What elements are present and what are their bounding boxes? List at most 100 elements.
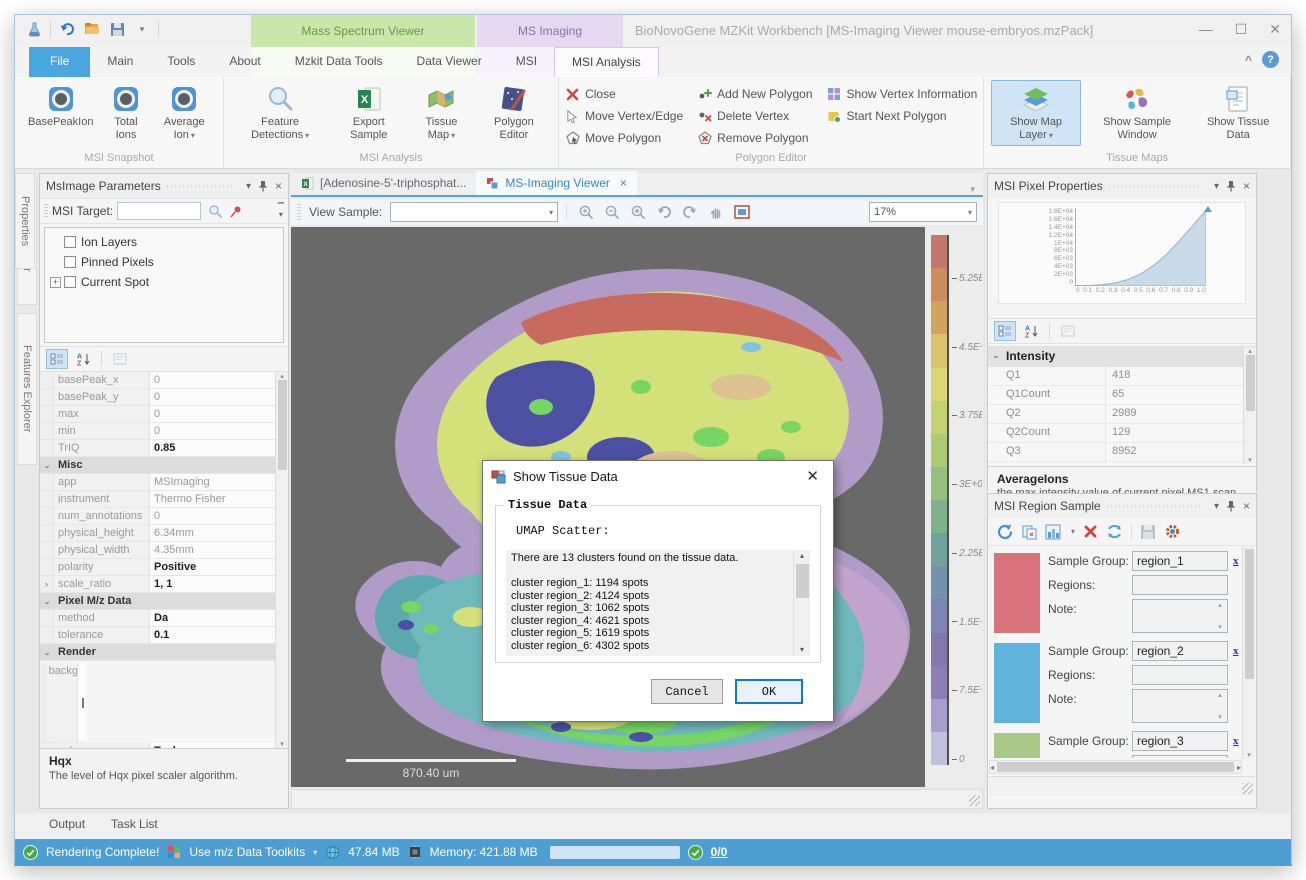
panel-menu-icon[interactable]: ▾ bbox=[1214, 501, 1219, 512]
property-row[interactable]: basePeak_x 0 bbox=[40, 372, 275, 389]
pin-icon[interactable] bbox=[1226, 500, 1236, 512]
cluster-report-textbox[interactable]: There are 13 clusters found on the tissu… bbox=[506, 550, 810, 656]
tree-checkbox[interactable] bbox=[64, 276, 76, 288]
property-value[interactable]: Typhoon bbox=[150, 743, 275, 748]
regions-input[interactable] bbox=[1132, 755, 1228, 758]
property-value[interactable]: MSImaging bbox=[150, 474, 275, 490]
sort-az-icon[interactable]: AZ bbox=[1020, 321, 1042, 341]
scroll-thumb[interactable] bbox=[1246, 355, 1255, 411]
pin-target-icon[interactable] bbox=[229, 205, 242, 218]
note-input[interactable]: ▴▾ bbox=[1132, 599, 1228, 633]
scroll-up-icon[interactable]: ▴ bbox=[280, 372, 284, 380]
region-scrollbar[interactable]: ▾ bbox=[1242, 547, 1255, 759]
tree-checkbox[interactable] bbox=[64, 236, 76, 248]
property-value[interactable]: 1, 1 bbox=[150, 576, 275, 592]
bottom-tab[interactable]: Task List bbox=[111, 817, 158, 839]
zoom-reset-icon[interactable] bbox=[627, 202, 649, 222]
delete-vertex-button[interactable]: Delete Vertex bbox=[697, 105, 812, 127]
scroll-up-icon[interactable]: ▴ bbox=[800, 550, 804, 563]
property-row[interactable]: method Da bbox=[40, 610, 275, 627]
tree-item[interactable]: Ion Layers bbox=[47, 232, 281, 252]
property-value[interactable]: 0 bbox=[150, 372, 275, 388]
intensity-row[interactable]: Q3 8952 bbox=[988, 443, 1243, 462]
save-region-icon[interactable] bbox=[1140, 524, 1156, 540]
scroll-down-icon[interactable]: ▾ bbox=[1247, 751, 1251, 759]
sample-group-input[interactable]: region_2 bbox=[1132, 641, 1228, 661]
property-value[interactable]: 0 bbox=[150, 423, 275, 439]
spinner-icons[interactable]: ▴▾ bbox=[1214, 601, 1226, 631]
tissue-map-button[interactable]: Tissue Map▾ bbox=[408, 80, 474, 146]
intensity-row[interactable]: Q3Count 193 bbox=[988, 462, 1243, 464]
property-row[interactable]: polarity Positive bbox=[40, 559, 275, 576]
search-icon[interactable] bbox=[208, 204, 222, 218]
task-counter-link[interactable]: 0/0 bbox=[711, 845, 728, 859]
document-tab-adenosine[interactable]: X [Adenosine-5'-triphosphat... bbox=[291, 171, 476, 195]
ribbon-tab[interactable]: Main bbox=[90, 47, 150, 77]
open-icon[interactable] bbox=[83, 20, 101, 38]
note-input[interactable]: ▴▾ bbox=[1132, 689, 1228, 723]
view-sample-combo[interactable]: ▾ bbox=[390, 202, 558, 222]
region-color-swatch[interactable] bbox=[994, 643, 1040, 723]
property-row[interactable]: physical_width 4.35mm bbox=[40, 542, 275, 559]
regions-input[interactable] bbox=[1132, 575, 1228, 595]
bottom-tab[interactable]: Output bbox=[49, 817, 85, 839]
dialog-close-icon[interactable]: ✕ bbox=[800, 467, 825, 485]
property-value[interactable]: Thermo Fisher bbox=[150, 491, 275, 507]
vertex-info-button[interactable]: Show Vertex Information bbox=[827, 83, 978, 105]
qat-customize-icon[interactable]: ▾ bbox=[133, 20, 151, 38]
property-row[interactable]: max 0 bbox=[40, 406, 275, 423]
intensity-row[interactable]: Q1Count 65 bbox=[988, 386, 1243, 405]
save-icon[interactable] bbox=[108, 20, 126, 38]
tab-list-dropdown-icon[interactable]: ▾ bbox=[962, 184, 983, 195]
ribbon-tab[interactable]: MSI bbox=[499, 47, 554, 77]
property-row[interactable]: app MSImaging bbox=[40, 474, 275, 491]
rotate-left-icon[interactable] bbox=[653, 202, 675, 222]
property-value[interactable]: 6.34mm bbox=[150, 525, 275, 541]
property-value[interactable]: Da bbox=[150, 610, 275, 626]
average-ion-button[interactable]: Average Ion▾ bbox=[153, 80, 216, 146]
property-row[interactable]: tolerance 0.1 bbox=[40, 627, 275, 644]
snapshot-region-icon[interactable] bbox=[731, 202, 753, 222]
start-next-polygon-button[interactable]: Start Next Polygon bbox=[827, 105, 978, 127]
feature-detections-button[interactable]: Feature Detections▾ bbox=[231, 80, 329, 146]
intensity-row[interactable]: Q2Count 129 bbox=[988, 424, 1243, 443]
property-row[interactable]: instrument Thermo Fisher bbox=[40, 491, 275, 508]
regions-input[interactable] bbox=[1132, 665, 1228, 685]
ok-button[interactable]: OK bbox=[735, 679, 803, 704]
property-row[interactable]: Render bbox=[40, 644, 275, 661]
sync-icon[interactable] bbox=[1106, 523, 1123, 540]
move-polygon-button[interactable]: Move Polygon bbox=[565, 127, 683, 149]
scroll-thumb[interactable] bbox=[1245, 549, 1254, 679]
sidebar-tab-properties[interactable]: Properties bbox=[15, 173, 35, 269]
property-row[interactable]: background Black bbox=[40, 663, 86, 743]
cancel-button[interactable]: Cancel bbox=[651, 679, 723, 704]
rotate-right-icon[interactable] bbox=[679, 202, 701, 222]
remove-link[interactable]: x bbox=[1233, 731, 1239, 747]
property-row[interactable]: physical_height 6.34mm bbox=[40, 525, 275, 542]
ribbon-collapse-icon[interactable]: ^ bbox=[1245, 53, 1252, 67]
tree-item[interactable]: Current Spot bbox=[47, 272, 281, 292]
panel-close-icon[interactable]: × bbox=[1243, 179, 1250, 193]
sample-group-input[interactable]: region_1 bbox=[1132, 551, 1228, 571]
ribbon-tab[interactable]: File bbox=[29, 47, 90, 77]
property-value[interactable]: 0 bbox=[150, 406, 275, 422]
scroll-right-icon[interactable]: ▸ bbox=[1237, 763, 1241, 772]
expand-icon[interactable] bbox=[50, 277, 61, 288]
property-value[interactable]: 0 bbox=[150, 389, 275, 405]
toolbar-overflow-icon[interactable]: ▔▾ bbox=[278, 204, 284, 218]
total-ions-button[interactable]: Total Ions bbox=[101, 80, 150, 146]
toolkits-dropdown-icon[interactable]: ▾ bbox=[313, 848, 317, 857]
chart-button-icon[interactable] bbox=[1045, 524, 1061, 540]
basepeak-ion-button[interactable]: BasePeakIon bbox=[22, 80, 99, 133]
property-row[interactable]: min 0 bbox=[40, 423, 275, 440]
polygon-editor-button[interactable]: Polygon Editor bbox=[477, 80, 551, 146]
copy-sample-icon[interactable] bbox=[1021, 524, 1037, 540]
tab-close-icon[interactable]: × bbox=[620, 176, 627, 190]
property-value[interactable]: 0.1 bbox=[150, 627, 275, 643]
settings-gear-icon[interactable] bbox=[1164, 523, 1181, 540]
sample-group-input[interactable]: region_3 bbox=[1132, 731, 1228, 751]
intensity-category[interactable]: Intensity bbox=[988, 347, 1243, 367]
scroll-down-icon[interactable]: ▾ bbox=[800, 644, 804, 657]
tree-item[interactable]: Pinned Pixels bbox=[47, 252, 281, 272]
zoom-in-icon[interactable] bbox=[575, 202, 597, 222]
